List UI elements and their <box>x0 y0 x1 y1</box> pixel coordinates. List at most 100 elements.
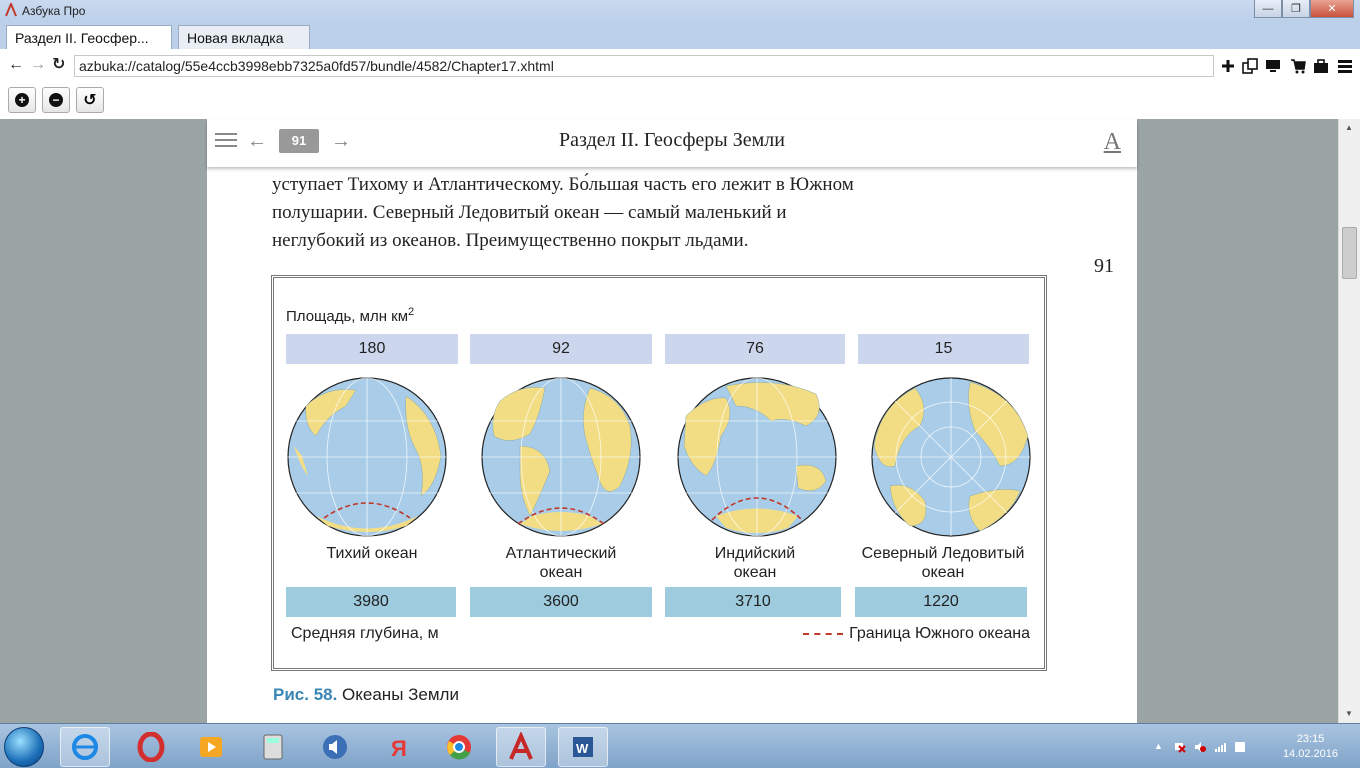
reload-icon[interactable]: ↻ <box>52 57 65 73</box>
scroll-up-icon[interactable]: ▲ <box>1345 123 1353 132</box>
zoom-in-button[interactable]: + <box>8 87 36 113</box>
legend-label: Граница Южного океана <box>849 625 1030 642</box>
depth-value-pacific: 3980 <box>286 587 456 617</box>
azbuka-icon <box>509 732 533 760</box>
depth-value-indian: 3710 <box>665 587 841 617</box>
legend-dash-icon <box>803 633 844 635</box>
minimize-button[interactable]: — <box>1254 0 1282 18</box>
clock-time: 23:15 <box>1296 733 1325 745</box>
taskbar-azbuka[interactable] <box>496 727 546 767</box>
taskbar-word[interactable]: W <box>558 727 608 767</box>
taskbar-calculator[interactable] <box>248 727 298 767</box>
add-tab-icon[interactable] <box>1220 58 1236 74</box>
oceans-figure: Площадь, млн км2 180 92 76 15 Тихий океа… <box>271 275 1047 671</box>
depth-label: Средняя глубина, м <box>291 625 439 642</box>
tab-bar: Раздел II. Геосфер... Новая вкладка <box>0 22 1360 49</box>
ocean-name-line: Северный Ледовитый <box>861 545 1025 562</box>
vertical-scrollbar[interactable]: ▲ ▼ <box>1338 119 1360 723</box>
app-title: Азбука Про <box>22 4 86 18</box>
copy-icon[interactable] <box>1242 58 1258 74</box>
ocean-name-indian: Индийский океан <box>665 544 845 582</box>
figure-caption: Рис. 58. Океаны Земли <box>273 685 459 705</box>
restore-button[interactable]: ❐ <box>1282 0 1310 18</box>
arctic-globe-icon <box>871 377 1031 537</box>
body-paragraph: уступает Тихому и Атлантическому. Бо́льш… <box>272 171 1052 255</box>
scroll-thumb[interactable] <box>1342 227 1357 279</box>
reader-header: ← 91 → Раздел II. Геосферы Земли A <box>207 119 1137 167</box>
clock-date: 14.02.2016 <box>1282 748 1338 760</box>
plus-icon: + <box>15 93 29 107</box>
scroll-down-icon[interactable]: ▼ <box>1345 709 1353 718</box>
minimize-icon: — <box>1262 2 1274 15</box>
yandex-icon: Я <box>391 736 407 761</box>
area-value-pacific: 180 <box>286 334 458 364</box>
svg-text:Я: Я <box>391 736 407 761</box>
area-value-arctic: 15 <box>858 334 1029 364</box>
reset-icon: ↺ <box>83 92 97 109</box>
font-settings-icon[interactable]: A <box>1104 129 1121 156</box>
text-line: полушарии. Северный Ледовитый океан — са… <box>272 202 787 223</box>
tab-new[interactable]: Новая вкладка <box>178 25 310 49</box>
taskbar-volume[interactable] <box>310 727 360 767</box>
depth-value-arctic: 1220 <box>855 587 1027 617</box>
pacific-globe-icon <box>287 377 447 537</box>
area-label-text: Площадь, млн км <box>286 308 409 325</box>
atlantic-globe-icon <box>481 377 641 537</box>
language-icon[interactable] <box>1234 741 1246 753</box>
taskbar-chrome[interactable] <box>434 727 484 767</box>
close-icon: ✕ <box>1327 3 1337 15</box>
taskbar-ie[interactable] <box>60 727 110 767</box>
tab-chapter[interactable]: Раздел II. Геосфер... <box>6 25 172 49</box>
taskbar-media[interactable] <box>186 727 236 767</box>
indian-globe-icon <box>677 377 837 537</box>
caption-text: Океаны Земли <box>337 685 459 704</box>
clock[interactable]: 23:15 14.02.2016 <box>1283 732 1338 762</box>
speaker-icon <box>323 735 347 759</box>
calculator-icon <box>263 734 283 760</box>
taskbar-yandex[interactable]: Я <box>372 727 422 767</box>
svg-text:W: W <box>576 741 589 756</box>
back-arrow-icon[interactable]: ← <box>8 57 24 73</box>
taskbar: Я W ▲ 23:15 14.02.2016 <box>0 723 1360 768</box>
ocean-name-line: океан <box>733 564 777 581</box>
ocean-name-line: Тихий океан <box>326 545 418 562</box>
ocean-name-atlantic: Атлантический океан <box>470 544 652 582</box>
monitor-icon[interactable] <box>1265 58 1281 74</box>
menu-icon[interactable] <box>1337 58 1353 74</box>
ie-icon <box>72 734 98 760</box>
caption-number: Рис. 58. <box>273 685 338 704</box>
opera-icon <box>137 732 165 762</box>
chapter-title: Раздел II. Геосферы Земли <box>559 129 785 151</box>
area-value-indian: 76 <box>665 334 845 364</box>
address-field[interactable]: azbuka://catalog/55e4ccb3998ebb7325a0fd5… <box>74 55 1214 77</box>
area-label: Площадь, млн км2 <box>286 306 414 325</box>
tray-expand-icon[interactable]: ▲ <box>1154 741 1166 753</box>
forward-arrow-icon[interactable]: → <box>30 57 46 73</box>
azbuka-logo-icon <box>5 3 17 17</box>
ocean-name-pacific: Тихий океан <box>286 544 458 563</box>
zoom-reset-button[interactable]: ↺ <box>76 87 104 113</box>
page-number: 91 <box>1094 255 1114 277</box>
area-value-atlantic: 92 <box>470 334 652 364</box>
taskbar-opera[interactable] <box>126 727 176 767</box>
ocean-name-line: Индийский <box>714 545 796 562</box>
ocean-name-line: океан <box>921 564 965 581</box>
title-bar: Азбука Про — ❐ ✕ <box>0 0 1360 22</box>
signal-icon[interactable] <box>1214 741 1226 753</box>
close-button[interactable]: ✕ <box>1310 0 1354 18</box>
zoom-out-button[interactable]: − <box>42 87 70 113</box>
cart-icon[interactable] <box>1290 58 1306 74</box>
nav-bar: ← → ↻ azbuka://catalog/55e4ccb3998ebb732… <box>0 49 1360 83</box>
network-icon[interactable] <box>1174 741 1186 753</box>
minus-icon: − <box>49 93 63 107</box>
system-tray: ▲ 23:15 14.02.2016 <box>1140 724 1360 768</box>
media-player-icon <box>200 737 222 757</box>
ocean-name-line: океан <box>539 564 583 581</box>
start-button[interactable] <box>4 727 44 767</box>
text-line: неглубокий из океанов. Преимущественно п… <box>272 230 749 251</box>
volume-muted-icon[interactable] <box>1194 741 1206 753</box>
briefcase-icon[interactable] <box>1313 58 1329 74</box>
legend: Граница Южного океана <box>803 625 1030 643</box>
ocean-name-line: Атлантический <box>505 545 617 562</box>
zoom-bar: + − ↺ <box>0 83 1360 119</box>
